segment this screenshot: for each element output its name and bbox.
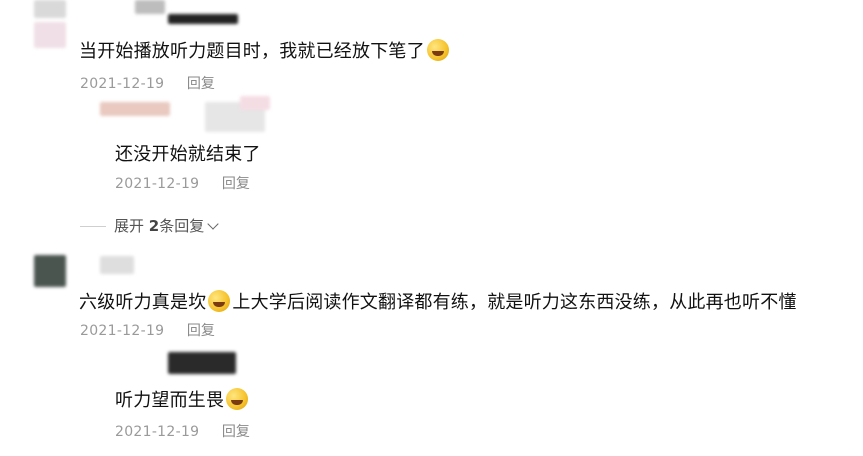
chevron-down-icon (207, 218, 219, 230)
username-redacted (168, 14, 238, 24)
grinning-sweat-icon (226, 388, 249, 410)
comment-meta: 2021-12-19 回复 (80, 73, 215, 93)
comment-date: 2021-12-19 (80, 323, 165, 339)
reply-meta: 2021-12-19 回复 (115, 173, 250, 193)
reply-text: 还没开始就结束了 (115, 144, 261, 165)
reply-text: 听力望而生畏 (115, 386, 250, 412)
reply-button[interactable]: 回复 (222, 176, 250, 192)
username-redacted (168, 352, 236, 374)
flushed-face-icon (208, 290, 231, 312)
reply-button[interactable]: 回复 (187, 323, 215, 339)
reply-meta: 2021-12-19 回复 (115, 421, 250, 441)
reply-button[interactable]: 回复 (187, 76, 215, 92)
avatar[interactable] (34, 0, 66, 18)
comment-text: 六级听力真是坎 上大学后阅读作文翻译都有练，就是听力这东西没练，从此再也听不懂 (79, 290, 797, 313)
comment-meta: 2021-12-19 回复 (80, 320, 215, 340)
expand-replies-button[interactable]: 展开 2条回复 (80, 215, 219, 236)
comment-date: 2021-12-19 (80, 76, 165, 92)
avatar[interactable] (34, 255, 66, 287)
reply-count: 2 (148, 217, 160, 235)
reply-date: 2021-12-19 (115, 176, 200, 192)
username-redacted (135, 0, 165, 14)
comment-text: 当开始播放听力题目时，我就已经放下笔了 (79, 37, 451, 63)
username-redacted (240, 96, 270, 110)
reply-date: 2021-12-19 (115, 424, 200, 440)
laughing-tears-icon (426, 39, 449, 61)
username-redacted (100, 102, 170, 116)
username-redacted (100, 256, 134, 274)
reply-button[interactable]: 回复 (222, 424, 250, 440)
divider (80, 226, 106, 227)
avatar (34, 22, 66, 48)
